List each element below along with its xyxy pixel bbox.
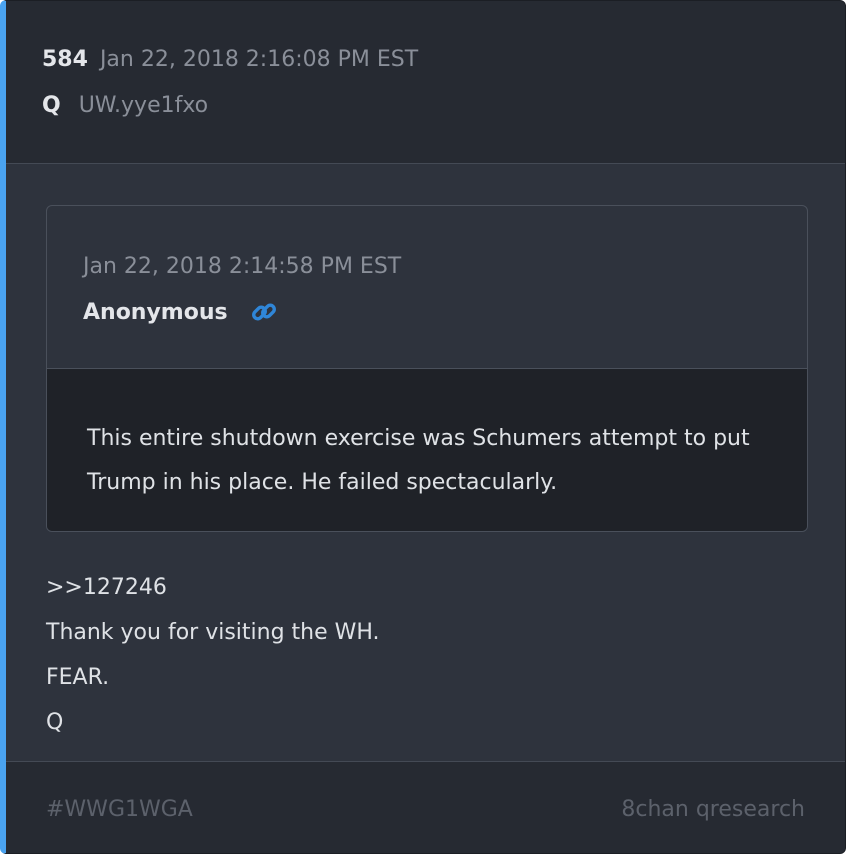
post-tripcode: UW.yye1fxo — [78, 93, 209, 118]
post-header: 584 Jan 22, 2018 2:16:08 PM EST Q UW.yye1f… — [6, 1, 845, 164]
quoted-post-body: This entire shutdown exercise was Schume… — [47, 369, 807, 531]
post-card: 584 Jan 22, 2018 2:16:08 PM EST Q UW.yye1f… — [0, 0, 846, 854]
message-line: FEAR. — [46, 665, 110, 690]
message-line: Q — [46, 710, 64, 735]
message-line-reply-link[interactable]: >>127246 — [46, 565, 380, 610]
post-date: Jan 22, 2018 2:16:08 PM EST — [99, 47, 419, 72]
post-footer: #WWG1WGA 8chan qresearch — [6, 761, 845, 853]
link-icon[interactable] — [250, 298, 278, 326]
message-line: Thank you for visiting the WH. — [46, 620, 380, 645]
quoted-post-date: Jan 22, 2018 2:14:58 PM EST — [83, 254, 402, 279]
post-author: Q — [42, 93, 61, 118]
post-message: >>127246 Thank you for visiting the WH. … — [46, 565, 380, 745]
post-meta: 584 Jan 22, 2018 2:16:08 PM EST — [42, 47, 418, 72]
quoted-post-header: Jan 22, 2018 2:14:58 PM EST Anonymous — [47, 206, 807, 369]
quoted-post-author-line: Anonymous — [83, 298, 278, 326]
hashtag: #WWG1WGA — [46, 797, 193, 822]
source-label: 8chan qresearch — [621, 797, 805, 822]
quoted-post-text: This entire shutdown exercise was Schume… — [87, 426, 750, 495]
quoted-post: Jan 22, 2018 2:14:58 PM EST Anonymous Th… — [46, 205, 808, 532]
post-number: 584 — [42, 47, 88, 72]
quoted-post-author: Anonymous — [83, 299, 228, 325]
post-author-line: Q UW.yye1fxo — [42, 93, 208, 118]
